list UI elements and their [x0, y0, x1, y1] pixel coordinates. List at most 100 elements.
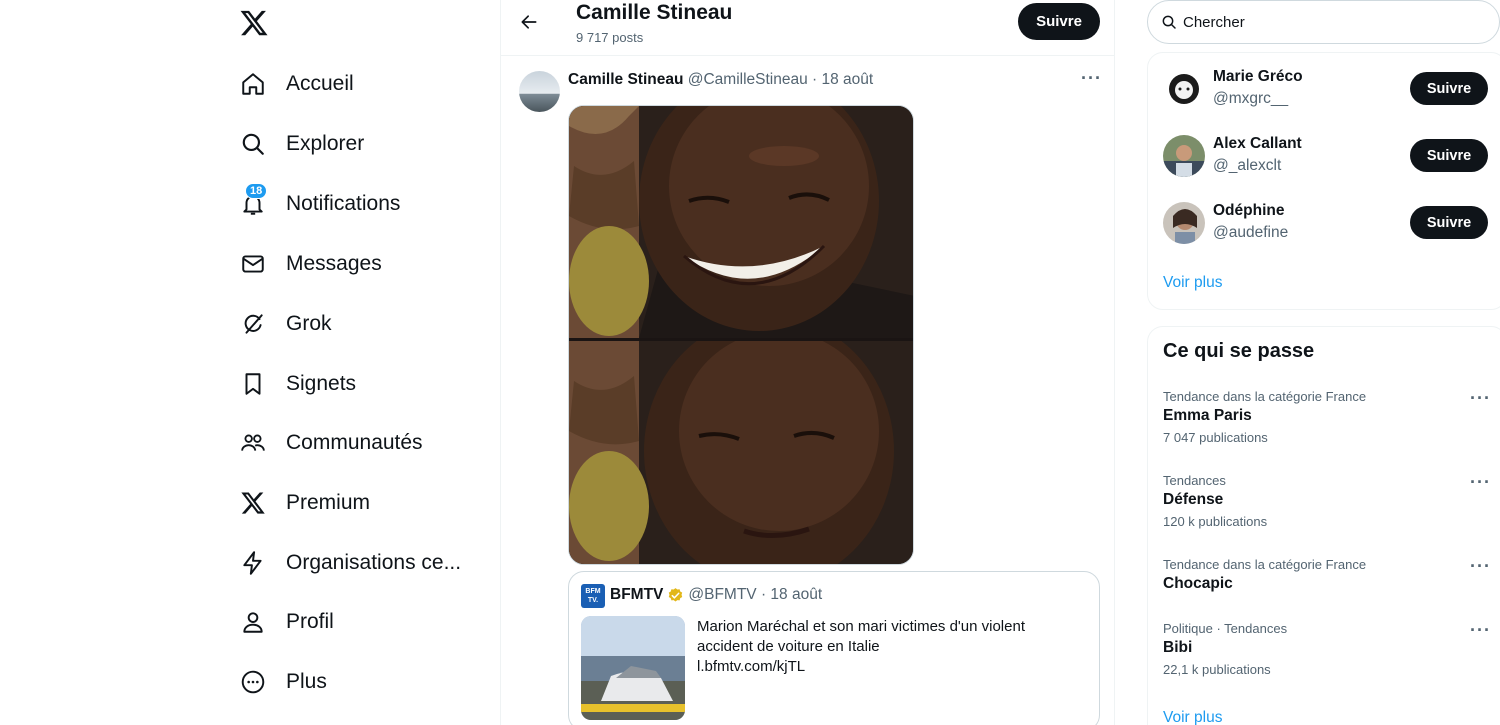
- mail-icon: [237, 248, 269, 280]
- nav-label: Premium: [286, 491, 371, 514]
- trend-title: Chocapic: [1163, 575, 1233, 592]
- trend-item[interactable]: Tendance dans la catégorie France Chocap…: [1163, 557, 1493, 593]
- author-name[interactable]: Camille Stineau: [568, 71, 683, 88]
- trend-item[interactable]: Tendances Défense 120 k publications: [1163, 473, 1493, 529]
- nav-label: Explorer: [286, 132, 365, 155]
- author-handle[interactable]: @CamilleStineau · 18 août: [688, 71, 873, 88]
- user-name[interactable]: Alex Callant: [1213, 135, 1302, 153]
- avatar[interactable]: [1163, 202, 1205, 244]
- lightning-icon: [237, 547, 269, 579]
- quoted-text-line: Marion Maréchal et son mari victimes d'u…: [697, 618, 1025, 635]
- follow-button[interactable]: Suivre: [1410, 72, 1488, 105]
- avatar[interactable]: [1163, 68, 1205, 110]
- grok-icon: [237, 308, 269, 340]
- posts-count: 9 717 posts: [576, 30, 644, 45]
- search-bar[interactable]: [1147, 0, 1500, 44]
- nav-item-messages[interactable]: Messages: [237, 244, 382, 284]
- avatar[interactable]: [519, 71, 560, 112]
- nav-item-grok[interactable]: Grok: [237, 304, 332, 344]
- follow-button[interactable]: Suivre: [1018, 3, 1100, 40]
- post-header: Camille Stineau @CamilleStineau · 18 aoû…: [568, 71, 873, 89]
- trend-more-icon[interactable]: ···: [1470, 388, 1491, 409]
- quoted-post-text: Marion Maréchal et son mari victimes d'u…: [697, 617, 1087, 677]
- bell-icon: 18: [237, 183, 269, 220]
- nav-item-explore[interactable]: Explorer: [237, 124, 364, 164]
- nav-label: Messages: [286, 252, 382, 275]
- user-name[interactable]: Odéphine: [1213, 202, 1284, 220]
- user-handle[interactable]: @mxgrc__: [1213, 90, 1288, 108]
- search-input[interactable]: [1183, 13, 1463, 31]
- nav-item-premium[interactable]: Premium: [237, 483, 370, 523]
- x-logo-icon[interactable]: [239, 8, 269, 40]
- follow-suggestion[interactable]: Odéphine @audefine Suivre: [1163, 202, 1493, 246]
- trend-title: Défense: [1163, 491, 1224, 508]
- back-arrow-icon[interactable]: [515, 8, 543, 36]
- trend-more-icon[interactable]: ···: [1470, 556, 1491, 577]
- bfmtv-logo: BFM TV.: [581, 584, 605, 608]
- avatar[interactable]: [1163, 135, 1205, 177]
- profile-header: Camille Stineau 9 717 posts Suivre: [501, 0, 1115, 56]
- quoted-post-header: BFMTV @BFMTV · 18 août: [610, 586, 822, 604]
- trend-item[interactable]: Politique · Tendances Bibi 22,1 k public…: [1163, 621, 1493, 677]
- user-handle[interactable]: @_alexclt: [1213, 157, 1281, 175]
- trend-context: Politique · Tendances: [1163, 621, 1288, 636]
- quoted-post[interactable]: BFM TV. BFMTV @BFMTV · 18 août Marion Ma…: [568, 571, 1100, 725]
- nav-label: Notifications: [286, 192, 401, 215]
- nav-label: Communautés: [286, 431, 423, 454]
- verified-badge-icon: [669, 587, 683, 602]
- nav-label: Profil: [286, 610, 334, 633]
- nav-item-profile[interactable]: Profil: [237, 602, 334, 642]
- nav-label: Accueil: [286, 72, 354, 95]
- trend-more-icon[interactable]: ···: [1470, 472, 1491, 493]
- nav-item-home[interactable]: Accueil: [237, 64, 354, 104]
- page-title: Camille Stineau: [576, 1, 733, 24]
- nav-item-notifications[interactable]: 18 Notifications: [237, 183, 401, 224]
- quoted-text-line: accident de voiture en Italie: [697, 638, 880, 655]
- follow-button[interactable]: Suivre: [1410, 139, 1488, 172]
- quoted-author-handle[interactable]: @BFMTV · 18 août: [688, 586, 822, 604]
- trend-title: Bibi: [1163, 639, 1193, 656]
- notification-badge: 18: [245, 183, 268, 199]
- nav-label: Grok: [286, 312, 332, 335]
- quoted-post-thumbnail[interactable]: [581, 616, 685, 720]
- person-icon: [237, 606, 269, 638]
- trend-context: Tendance dans la catégorie France: [1163, 557, 1367, 572]
- search-icon: [237, 128, 269, 160]
- meme-panel-sad: [569, 341, 913, 564]
- trend-context: Tendances: [1163, 473, 1226, 488]
- post-more-icon[interactable]: ···: [1081, 68, 1102, 89]
- home-icon: [237, 68, 269, 100]
- user-handle[interactable]: @audefine: [1213, 224, 1288, 242]
- see-more-link[interactable]: Voir plus: [1163, 709, 1222, 725]
- left-navigation: Accueil Explorer 18 Notifications Messag…: [225, 0, 500, 725]
- search-icon: [1162, 15, 1176, 29]
- nav-item-organizations[interactable]: Organisations ce...: [237, 543, 461, 583]
- follow-button[interactable]: Suivre: [1410, 206, 1488, 239]
- trend-more-icon[interactable]: ···: [1470, 620, 1491, 641]
- trends-title: Ce qui se passe: [1163, 340, 1315, 362]
- meme-panel-smiling: [569, 106, 913, 338]
- follow-suggestion[interactable]: Marie Gréco @mxgrc__ Suivre: [1163, 68, 1493, 112]
- more-circle-icon: [237, 666, 269, 698]
- nav-item-more[interactable]: Plus: [237, 662, 327, 702]
- trend-title: Emma Paris: [1163, 407, 1252, 424]
- trend-count: 120 k publications: [1163, 514, 1268, 529]
- nav-label: Organisations ce...: [286, 551, 462, 574]
- user-name[interactable]: Marie Gréco: [1213, 68, 1303, 86]
- nav-item-bookmarks[interactable]: Signets: [237, 364, 356, 404]
- trend-item[interactable]: Tendance dans la catégorie France Emma P…: [1163, 389, 1493, 445]
- trend-count: 7 047 publications: [1163, 430, 1268, 445]
- communities-icon: [237, 427, 269, 459]
- quoted-author-name[interactable]: BFMTV: [610, 586, 663, 604]
- nav-item-communities[interactable]: Communautés: [237, 423, 423, 463]
- quoted-link[interactable]: l.bfmtv.com/kjTL: [697, 657, 1087, 677]
- nav-label: Plus: [286, 670, 327, 693]
- nav-label: Signets: [286, 372, 357, 395]
- trend-count: 22,1 k publications: [1163, 662, 1271, 677]
- follow-suggestion[interactable]: Alex Callant @_alexclt Suivre: [1163, 135, 1493, 179]
- main-column: Camille Stineau 9 717 posts Suivre Camil…: [500, 0, 1115, 725]
- see-more-link[interactable]: Voir plus: [1163, 274, 1222, 292]
- post-image[interactable]: [568, 105, 914, 565]
- trend-context: Tendance dans la catégorie France: [1163, 389, 1367, 404]
- x-logo-icon: [237, 487, 269, 519]
